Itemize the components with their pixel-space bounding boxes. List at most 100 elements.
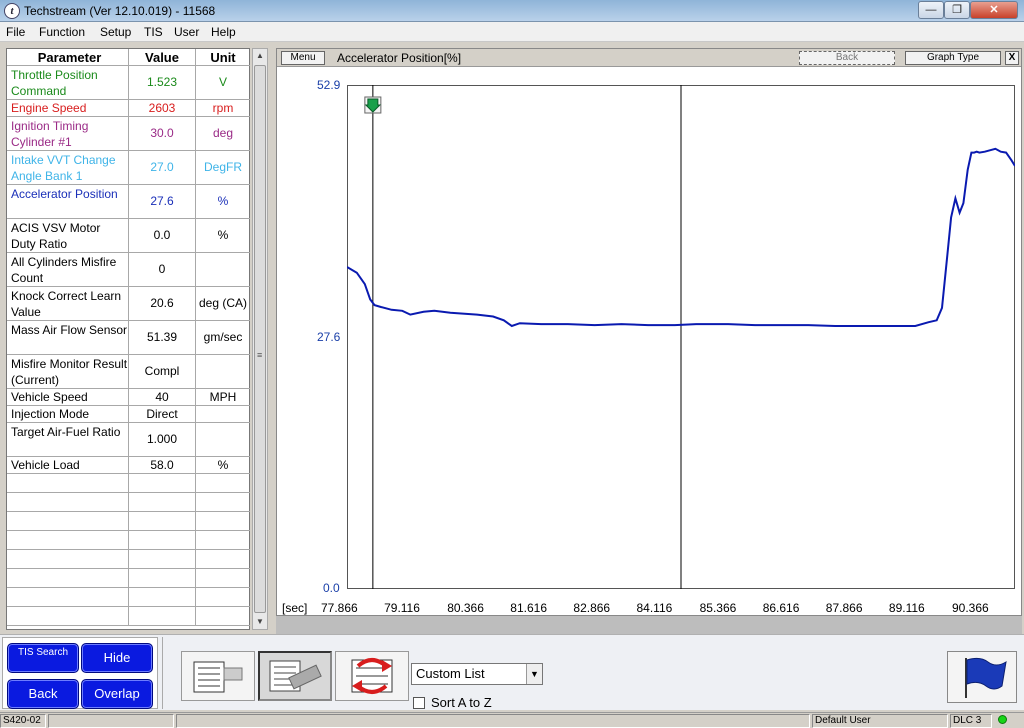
- y-tick-max: 52.9: [317, 78, 341, 92]
- empty-table-row[interactable]: [7, 607, 250, 626]
- table-row[interactable]: Throttle Position Command 1.523 V: [7, 66, 250, 100]
- empty-cell: [7, 569, 129, 587]
- graph-type-button[interactable]: Graph Type: [905, 51, 1001, 65]
- param-unit: V: [218, 75, 227, 89]
- param-name: Target Air-Fuel Ratio: [7, 423, 129, 456]
- graph-close-button[interactable]: X: [1005, 51, 1019, 65]
- param-unit: DegFR: [203, 160, 242, 174]
- close-button[interactable]: ✕: [970, 1, 1018, 19]
- menu-tis[interactable]: TIS: [144, 25, 163, 39]
- minimize-button[interactable]: —: [918, 1, 944, 19]
- empty-cell: [7, 588, 129, 606]
- select-list-button[interactable]: [258, 651, 332, 701]
- param-unit: MPH: [209, 389, 237, 404]
- table-row[interactable]: All Cylinders Misfire Count 0: [7, 253, 250, 287]
- empty-cell: [7, 550, 129, 568]
- param-unit: [196, 253, 250, 286]
- scroll-grip-icon: ≡: [257, 350, 263, 360]
- y-tick-mid: 27.6: [317, 330, 341, 344]
- table-row[interactable]: Knock Correct Learn Value 20.6 deg (CA): [7, 287, 250, 321]
- table-row[interactable]: Target Air-Fuel Ratio 1.000: [7, 423, 250, 457]
- graph-footer: [276, 616, 1022, 634]
- hide-button[interactable]: Hide: [81, 643, 153, 673]
- chevron-down-icon[interactable]: ▼: [526, 664, 542, 684]
- flag-button[interactable]: [947, 651, 1017, 703]
- param-value: 20.6: [129, 287, 196, 320]
- param-unit: %: [217, 228, 229, 242]
- sort-a-to-z-checkbox[interactable]: [413, 697, 425, 709]
- param-value: 40: [129, 389, 196, 405]
- window-title: Techstream (Ver 12.10.019) - 11568: [24, 4, 216, 18]
- sort-a-to-z-label: Sort A to Z: [431, 695, 492, 710]
- table-row[interactable]: Accelerator Position 27.6%: [7, 185, 250, 219]
- empty-cell: [196, 474, 250, 492]
- connection-status-led-icon: [998, 715, 1007, 724]
- table-row[interactable]: Ignition Timing Cylinder #1 30.0 deg: [7, 117, 250, 151]
- x-tick-label: 77.866: [321, 601, 358, 615]
- refresh-list-button[interactable]: [335, 651, 409, 701]
- maximize-button[interactable]: ❐: [944, 1, 970, 19]
- x-unit-label: [sec]: [282, 601, 308, 615]
- select-list-icon: [269, 660, 322, 692]
- empty-cell: [196, 588, 250, 606]
- bottom-control-area: TIS Search Hide Back Overlap Custom List…: [0, 634, 1024, 710]
- param-value: Direct: [129, 406, 196, 422]
- x-tick-label: 81.616: [510, 601, 547, 615]
- param-value: Compl: [129, 355, 196, 388]
- empty-table-row[interactable]: [7, 550, 250, 569]
- data-list-icon: [193, 661, 243, 693]
- empty-cell: [129, 569, 196, 587]
- param-value: 27.6: [129, 185, 196, 218]
- custom-list-dropdown[interactable]: Custom List ▼: [411, 663, 543, 685]
- x-tick-label: 79.116: [384, 601, 420, 615]
- table-row[interactable]: Injection Mode Direct: [7, 406, 250, 423]
- param-value: 2603: [129, 100, 196, 116]
- table-row[interactable]: Vehicle Speed 40 MPH: [7, 389, 250, 406]
- param-name: ACIS VSV Motor Duty Ratio: [7, 219, 129, 252]
- menu-file[interactable]: File: [6, 25, 25, 39]
- empty-cell: [129, 550, 196, 568]
- overlap-button[interactable]: Overlap: [81, 679, 153, 709]
- empty-cell: [196, 569, 250, 587]
- accelerator-position-plot[interactable]: [347, 85, 1015, 589]
- scroll-thumb[interactable]: ≡: [254, 65, 266, 613]
- tis-search-button[interactable]: TIS Search: [7, 643, 79, 673]
- data-list-button[interactable]: [181, 651, 255, 701]
- back-button[interactable]: Back: [7, 679, 79, 709]
- title-bar: t Techstream (Ver 12.10.019) - 11568 — ❐…: [0, 0, 1024, 22]
- scroll-up-arrow-icon[interactable]: ▲: [253, 49, 267, 63]
- param-unit: %: [217, 194, 229, 208]
- empty-table-row[interactable]: [7, 588, 250, 607]
- menu-setup[interactable]: Setup: [100, 25, 131, 39]
- app-icon: t: [4, 3, 20, 19]
- param-value: 1.523: [129, 66, 196, 99]
- table-row[interactable]: Misfire Monitor Result (Current) Compl: [7, 355, 250, 389]
- nav-button-group: TIS Search Hide Back Overlap: [2, 637, 158, 709]
- graph-menu-button[interactable]: Menu: [281, 51, 325, 65]
- table-row[interactable]: Intake VVT Change Angle Bank 1 27.0 DegFR: [7, 151, 250, 185]
- menu-user[interactable]: User: [174, 25, 199, 39]
- table-row[interactable]: Mass Air Flow Sensor 51.39 gm/sec: [7, 321, 250, 355]
- param-name: Ignition Timing Cylinder #1: [7, 117, 129, 150]
- empty-table-row[interactable]: [7, 474, 250, 493]
- table-scrollbar[interactable]: ▲ ≡ ▼: [252, 48, 268, 630]
- param-unit: [196, 423, 250, 456]
- x-tick-label: 84.116: [636, 601, 673, 615]
- empty-table-row[interactable]: [7, 493, 250, 512]
- empty-table-row[interactable]: [7, 512, 250, 531]
- table-row[interactable]: Vehicle Load 58.0%: [7, 457, 250, 474]
- x-tick-label: 80.366: [447, 601, 484, 615]
- table-header-row: Parameter Value Unit: [7, 49, 250, 66]
- table-row[interactable]: Engine Speed 2603 rpm: [7, 100, 250, 117]
- scroll-down-arrow-icon[interactable]: ▼: [253, 615, 267, 629]
- table-row[interactable]: ACIS VSV Motor Duty Ratio 0.0%: [7, 219, 250, 253]
- empty-table-row[interactable]: [7, 569, 250, 588]
- menu-function[interactable]: Function: [39, 25, 85, 39]
- empty-table-row[interactable]: [7, 531, 250, 550]
- empty-cell: [129, 474, 196, 492]
- status-dlc: DLC 3: [950, 714, 992, 728]
- empty-cell: [196, 550, 250, 568]
- graph-back-button[interactable]: Back: [799, 51, 895, 65]
- menu-help[interactable]: Help: [211, 25, 236, 39]
- param-value: 0.0: [129, 219, 196, 252]
